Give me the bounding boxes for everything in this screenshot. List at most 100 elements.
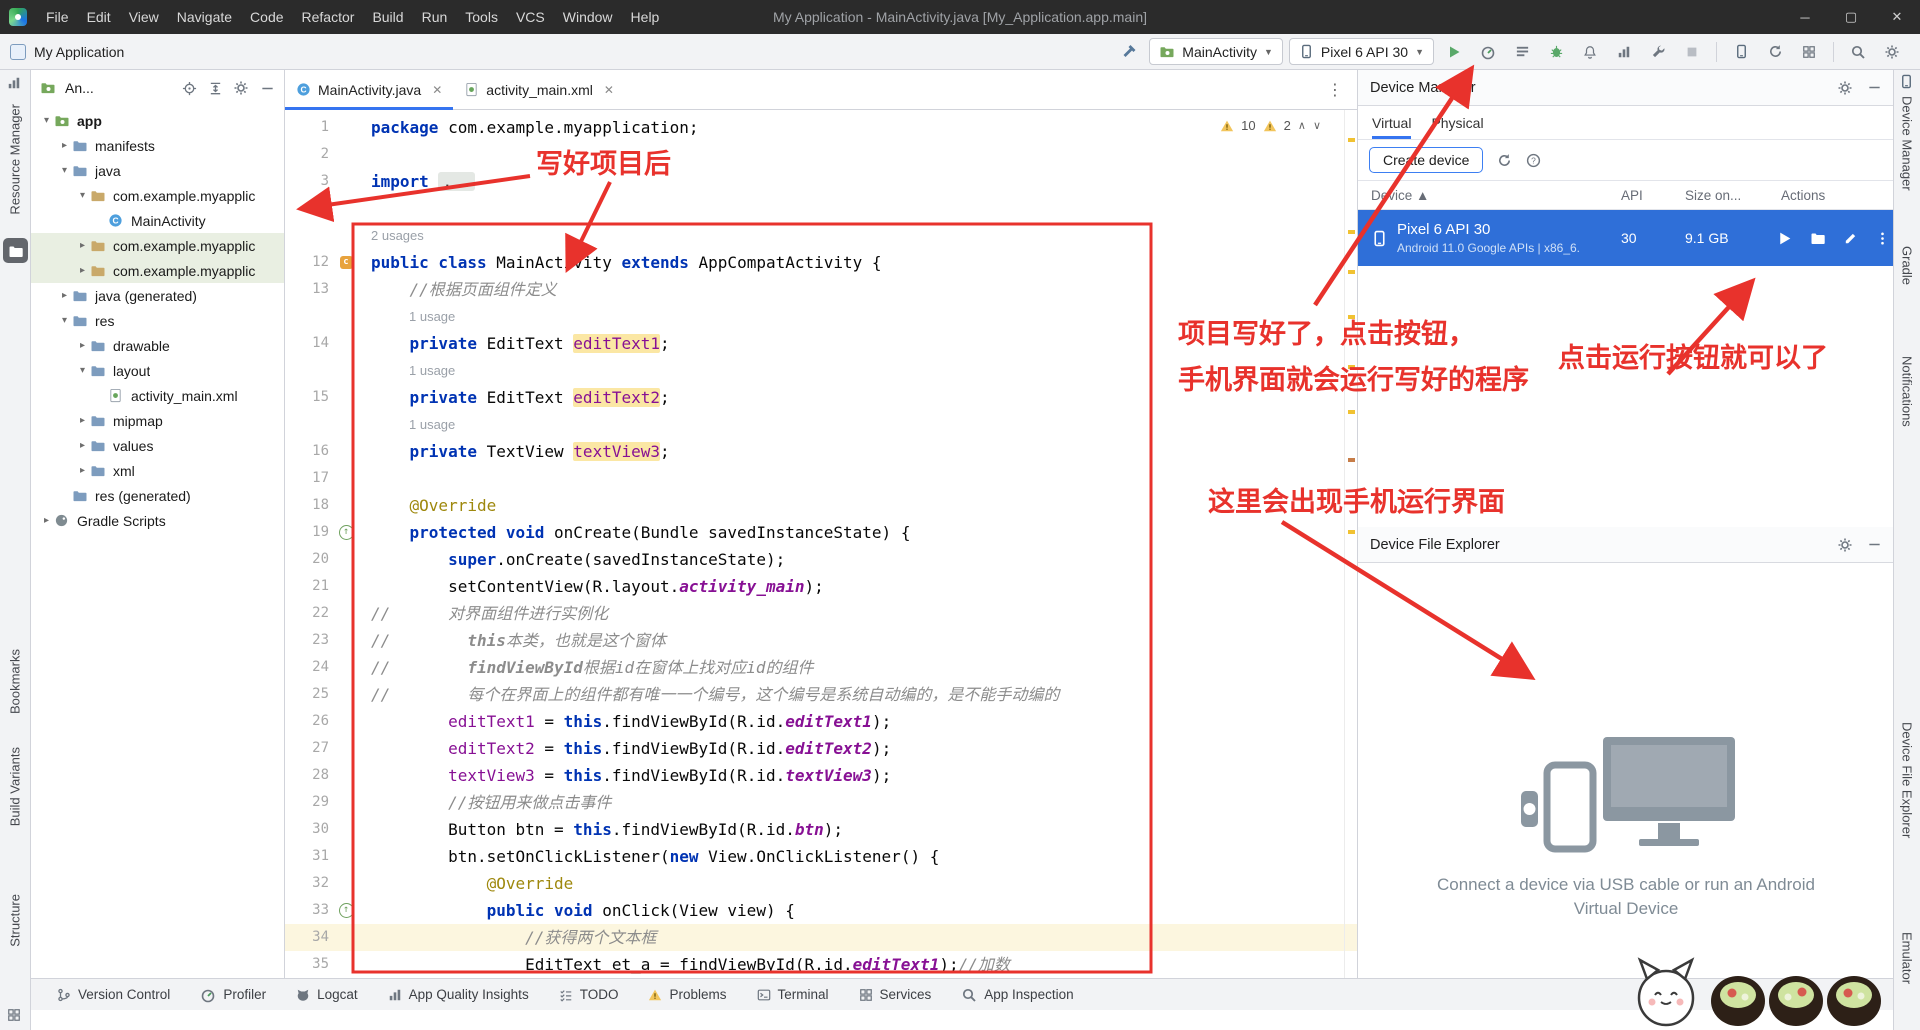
status-item-problems[interactable]: Problems <box>648 987 727 1002</box>
panel-settings-icon[interactable] <box>1837 537 1853 553</box>
code-line-28[interactable]: 28 textView3 = this.findViewById(R.id.te… <box>285 762 1357 789</box>
code-line-1[interactable]: 1 package com.example.myapplication; <box>285 114 1357 141</box>
project-widget[interactable]: My Application <box>10 43 124 60</box>
tree-item-com-example-myapplic[interactable]: ▸ com.example.myapplic <box>31 233 284 258</box>
tree-item-mainactivity[interactable]: C MainActivity <box>31 208 284 233</box>
minimize-button[interactable]: ─ <box>1782 0 1828 34</box>
status-item-terminal[interactable]: Terminal <box>757 987 829 1002</box>
profile-button[interactable] <box>1474 38 1502 65</box>
tree-item-drawable[interactable]: ▸ drawable <box>31 333 284 358</box>
locate-file-icon[interactable] <box>180 79 198 97</box>
code-line-12[interactable]: 12 c public class MainActivity extends App… <box>285 249 1357 276</box>
status-item-profiler[interactable]: Profiler <box>200 987 266 1003</box>
resource-manager-icon[interactable] <box>7 76 23 92</box>
device-explorer-button[interactable] <box>1810 230 1826 246</box>
menu-edit[interactable]: Edit <box>78 0 120 34</box>
attach-debugger-icon[interactable] <box>1644 38 1672 65</box>
tree-item-res-generated[interactable]: res (generated) <box>31 483 284 508</box>
code-line-14[interactable]: 14 private EditText editText1; <box>285 330 1357 357</box>
status-item-services[interactable]: Services <box>859 987 931 1002</box>
project-tool-button[interactable] <box>3 238 28 263</box>
tree-item-gradle-scripts[interactable]: ▸ Gradle Scripts <box>31 508 284 533</box>
tool-button-device-file-explorer[interactable]: Device File Explorer <box>1900 722 1915 838</box>
status-item-version-control[interactable]: Version Control <box>57 987 170 1002</box>
status-item-app-quality-insights[interactable]: App Quality Insights <box>388 987 529 1002</box>
menu-run[interactable]: Run <box>413 0 457 34</box>
search-everywhere-icon[interactable] <box>1844 38 1872 65</box>
tool-button-bookmarks[interactable]: Bookmarks <box>8 649 23 714</box>
tool-button-notifications[interactable]: Notifications <box>1900 356 1915 427</box>
tool-button-resource-manager[interactable]: Resource Manager <box>8 104 23 215</box>
usages-inlay-hint[interactable]: 2 usages <box>285 222 1357 249</box>
project-view-selector[interactable]: An... <box>65 80 94 96</box>
launch-device-button[interactable] <box>1776 230 1793 247</box>
column-header-actions[interactable]: Actions <box>1768 188 1894 203</box>
tree-item-mipmap[interactable]: ▸ mipmap <box>31 408 284 433</box>
code-line-21[interactable]: 21 setContentView(R.layout.activity_main… <box>285 573 1357 600</box>
device-mirror-icon[interactable] <box>1795 38 1823 65</box>
settings-gear-icon[interactable] <box>1878 38 1906 65</box>
tool-button-gradle[interactable]: Gradle <box>1900 246 1915 285</box>
device-manager-tab-virtual[interactable]: Virtual <box>1372 106 1411 139</box>
run-configuration-select[interactable]: MainActivity ▼ <box>1149 38 1283 65</box>
hide-panel-icon[interactable] <box>258 79 276 97</box>
tree-item-com-example-myapplic[interactable]: ▸ com.example.myapplic <box>31 258 284 283</box>
sync-project-icon[interactable] <box>1761 38 1789 65</box>
column-header-size-on[interactable]: Size on... <box>1672 188 1768 203</box>
device-more-actions-button[interactable] <box>1875 231 1890 246</box>
panel-settings-icon[interactable] <box>1837 80 1853 96</box>
code-line-32[interactable]: 32 @Override <box>285 870 1357 897</box>
code-line-23[interactable]: 23 // this本类，也就是这个窗体 <box>285 627 1357 654</box>
tree-item-xml[interactable]: ▸ xml <box>31 458 284 483</box>
device-manager-tab-physical[interactable]: Physical <box>1431 106 1483 139</box>
edit-device-button[interactable] <box>1843 231 1858 246</box>
hide-panel-icon[interactable] <box>1867 537 1882 552</box>
tool-button-build-variants[interactable]: Build Variants <box>8 747 23 826</box>
menu-navigate[interactable]: Navigate <box>168 0 241 34</box>
usages-inlay-hint[interactable]: 1 usage <box>285 303 1357 330</box>
menu-help[interactable]: Help <box>622 0 669 34</box>
code-line-11[interactable]: 11 <box>285 195 1357 222</box>
close-button[interactable]: ✕ <box>1874 0 1920 34</box>
device-manager-strip-icon[interactable] <box>1899 74 1915 90</box>
code-line-25[interactable]: 25 // 每个在界面上的组件都有唯一一个编号，这个编号是系统自动编的，是不能手动… <box>285 681 1357 708</box>
run-button[interactable] <box>1440 38 1468 65</box>
code-area[interactable]: 1 package com.example.myapplication; 2 3 imp… <box>285 110 1357 978</box>
tree-item-manifests[interactable]: ▸ manifests <box>31 133 284 158</box>
maximize-button[interactable]: ▢ <box>1828 0 1874 34</box>
usages-inlay-hint[interactable]: 1 usage <box>285 357 1357 384</box>
close-tab-icon[interactable]: ✕ <box>604 83 614 97</box>
code-line-35[interactable]: 35 EditText et_a = findViewById(R.id.edi… <box>285 951 1357 978</box>
menu-window[interactable]: Window <box>554 0 622 34</box>
column-header-device[interactable]: Device ▲ <box>1358 188 1608 203</box>
device-manager-icon[interactable] <box>1727 38 1755 65</box>
menu-file[interactable]: File <box>37 0 78 34</box>
tree-item-java[interactable]: ▾ java <box>31 158 284 183</box>
code-line-2[interactable]: 2 <box>285 141 1357 168</box>
code-line-27[interactable]: 27 editText2 = this.findViewById(R.id.ed… <box>285 735 1357 762</box>
code-line-34[interactable]: 34 //获得两个文本框 <box>285 924 1357 951</box>
prev-problem-icon[interactable]: ∧ <box>1298 119 1306 132</box>
create-device-button[interactable]: Create device <box>1369 147 1484 173</box>
panel-settings-icon[interactable] <box>232 79 250 97</box>
device-select[interactable]: Pixel 6 API 30 ▼ <box>1288 38 1434 65</box>
tree-item-layout[interactable]: ▾ layout <box>31 358 284 383</box>
tool-button-device-manager[interactable]: Device Manager <box>1900 96 1915 191</box>
code-line-15[interactable]: 15 private EditText editText2; <box>285 384 1357 411</box>
menu-build[interactable]: Build <box>363 0 412 34</box>
tool-button-structure[interactable]: Structure <box>8 894 23 947</box>
next-problem-icon[interactable]: ∨ <box>1313 119 1321 132</box>
device-table-row[interactable]: Pixel 6 API 30 Android 11.0 Google APIs … <box>1358 210 1894 266</box>
profiler-sessions-icon[interactable] <box>1610 38 1638 65</box>
code-line-16[interactable]: 16 private TextView textView3; <box>285 438 1357 465</box>
coverage-button[interactable] <box>1508 38 1536 65</box>
menu-vcs[interactable]: VCS <box>507 0 554 34</box>
status-item-logcat[interactable]: Logcat <box>296 987 358 1002</box>
tree-item-activity-main-xml[interactable]: activity_main.xml <box>31 383 284 408</box>
debug-button[interactable] <box>1542 38 1570 65</box>
notifications-icon[interactable] <box>1576 38 1604 65</box>
code-line-20[interactable]: 20 super.onCreate(savedInstanceState); <box>285 546 1357 573</box>
menu-tools[interactable]: Tools <box>456 0 507 34</box>
menu-refactor[interactable]: Refactor <box>293 0 364 34</box>
layout-toggle-icon[interactable] <box>7 1008 23 1024</box>
